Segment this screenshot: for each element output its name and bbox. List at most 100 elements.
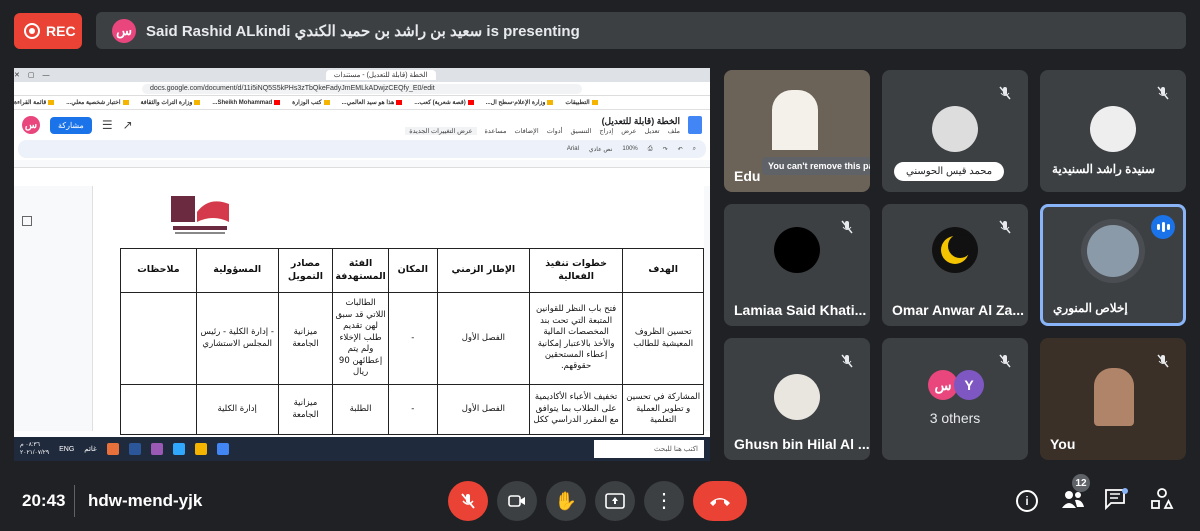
- doc-title[interactable]: الخطة (قابلة للتعديل): [405, 116, 680, 127]
- participant-tile-you[interactable]: You: [1040, 338, 1186, 460]
- bookmark-item[interactable]: (قصة شعرية) كعب...: [414, 99, 474, 106]
- bookmark-item[interactable]: التطبيقات: [565, 99, 598, 106]
- bookmark-item[interactable]: اختبار شخصية معلي...: [66, 99, 129, 106]
- participant-avatar: [932, 105, 978, 152]
- ruler: [14, 160, 710, 168]
- participant-name: Ghusn bin Hilal Al ...: [734, 436, 870, 452]
- more-vert-icon: ⋮: [654, 490, 674, 512]
- chrome-icon[interactable]: [216, 443, 229, 455]
- bookmark-item[interactable]: وزارة التراث والثقافة: [141, 99, 201, 106]
- bookmarks-bar: التطبيقات وزارة الإعلام-سطح ال... (قصة ش…: [14, 96, 710, 110]
- menu-item[interactable]: إدراج: [599, 127, 613, 135]
- more-options-button[interactable]: ⋮: [644, 481, 684, 521]
- window-minimize-icon[interactable]: —: [43, 72, 50, 79]
- participant-avatar: [774, 227, 820, 274]
- table-cell: [120, 384, 197, 435]
- docs-header: س مشاركة ☰ ↗ الخطة (قابلة للتعديل) ملف ت…: [14, 110, 710, 140]
- account-avatar[interactable]: س: [22, 116, 40, 134]
- college-logo: [171, 196, 229, 234]
- divider: [74, 485, 75, 517]
- table-cell: - إدارة الكلية - رئيس المجلس الاستشاري: [195, 292, 279, 385]
- menu-item[interactable]: تعديل: [645, 127, 660, 135]
- table-cell: الفصل الأول: [436, 384, 530, 435]
- side-panel: [14, 186, 44, 431]
- header-cell: الإطار الزمني: [436, 248, 530, 293]
- raise-hand-button[interactable]: ✋: [546, 481, 586, 521]
- comments-icon[interactable]: ☰: [102, 118, 113, 132]
- participant-tile-saida[interactable]: سنيدة راشد السنيدية: [1040, 70, 1186, 192]
- table-cell: الفصل الأول: [436, 292, 530, 385]
- photoshop-icon[interactable]: [172, 443, 185, 455]
- bookmark-item[interactable]: Sheikh Mohammad...: [212, 100, 281, 106]
- participant-tile-omar[interactable]: Omar Anwar Al Za...: [882, 204, 1028, 326]
- apps-icon: [591, 100, 598, 105]
- speaking-indicator-icon: [1151, 215, 1175, 239]
- bookmark-icon: [547, 100, 554, 105]
- header-cell: مصادر التمويل: [277, 248, 334, 293]
- participant-name: Edu: [734, 168, 761, 184]
- participant-video: [772, 90, 818, 150]
- print-icon[interactable]: ⎙: [648, 146, 653, 153]
- search-icon[interactable]: ⌕: [693, 146, 696, 153]
- menu-item[interactable]: الإضافات: [514, 127, 538, 135]
- mic-toggle-button[interactable]: [448, 481, 488, 521]
- mic-off-icon: [994, 216, 1016, 238]
- camera-toggle-button[interactable]: [497, 481, 537, 521]
- powerpoint-icon[interactable]: [106, 443, 119, 455]
- window-close-icon[interactable]: ✕: [14, 71, 20, 79]
- header-cell: ملاحظات: [120, 248, 197, 293]
- plan-table: الهدف خطوات تنفيذ الفعالية الإطار الزمني…: [120, 248, 704, 435]
- outline-icon[interactable]: [22, 216, 32, 226]
- participant-name: You: [1050, 436, 1076, 452]
- zoom-select[interactable]: 100%: [622, 146, 637, 152]
- bookmark-icon: [194, 100, 201, 105]
- others-avatar: Y: [954, 370, 984, 400]
- activities-button[interactable]: [1150, 488, 1176, 514]
- premiere-icon[interactable]: [150, 443, 163, 455]
- meeting-info-icon[interactable]: i: [1016, 490, 1038, 512]
- participant-tile-edu[interactable]: You can't remove this participant Edu: [724, 70, 870, 192]
- share-button[interactable]: مشاركة: [50, 116, 92, 134]
- reading-list-icon: [48, 100, 55, 105]
- participant-tile-ghusn[interactable]: Ghusn bin Hilal Al ...: [724, 338, 870, 460]
- word-icon[interactable]: [128, 443, 141, 455]
- menu-item[interactable]: التنسيق: [570, 127, 591, 135]
- participant-tile-lamiaa[interactable]: Lamiaa Said Khati...: [724, 204, 870, 326]
- participant-tile-others[interactable]: س Y 3 others: [882, 338, 1028, 460]
- leave-call-button[interactable]: [693, 481, 747, 521]
- bookmark-item[interactable]: قائمة القراءة: [14, 99, 55, 106]
- participant-tile-ikhlas[interactable]: إخلاص المنوري: [1040, 204, 1186, 326]
- menu-item[interactable]: ملف: [668, 127, 680, 135]
- participant-tile-mohammed[interactable]: محمد قيس الحوسني: [882, 70, 1028, 192]
- table-cell: ميزانية الجامعة: [277, 384, 334, 435]
- redo-icon[interactable]: ↷: [663, 146, 668, 153]
- menu-item[interactable]: مساعدة: [485, 127, 507, 135]
- menu-item[interactable]: عرض: [621, 127, 636, 135]
- document-page[interactable]: الهدف خطوات تنفيذ الفعالية الإطار الزمني…: [92, 186, 704, 435]
- taskbar-search[interactable]: اكتب هنا للبحث: [594, 440, 704, 458]
- participant-avatar: [1090, 105, 1136, 152]
- people-button[interactable]: 12: [1060, 474, 1090, 514]
- bookmark-item[interactable]: كتب الوزارة: [292, 99, 330, 106]
- bookmark-item[interactable]: هذا هو سيد العالمي...: [342, 99, 403, 106]
- url-field[interactable]: docs.google.com/document/d/11i5iNQ5S5kPH…: [142, 83, 582, 94]
- presenter-avatar: س: [112, 18, 136, 43]
- bookmark-item[interactable]: وزارة الإعلام-سطح ال...: [486, 99, 554, 106]
- chat-button[interactable]: [1104, 488, 1130, 514]
- style-select[interactable]: نص عادي: [589, 146, 612, 153]
- undo-icon[interactable]: ↶: [678, 146, 683, 153]
- table-cell: الطلبة: [332, 384, 389, 435]
- youtube-icon: [274, 100, 281, 105]
- view-changes-link[interactable]: عرض التغييرات الجديدة: [405, 126, 477, 135]
- font-select[interactable]: Arial: [567, 146, 579, 152]
- taskbar-clock: ٠٨:٣٦ م ٢٠٢١/٠٧/٢٩: [20, 442, 50, 456]
- window-maximize-icon[interactable]: ▢: [28, 71, 35, 79]
- table-row: تحسين الظروف المعيشية للطالب فتح باب الن…: [120, 292, 704, 385]
- browser-tab[interactable]: الخطة (قابلة للتعديل) - مستندات: [325, 70, 436, 80]
- docs-logo-icon[interactable]: [688, 116, 702, 134]
- present-screen-button[interactable]: [595, 481, 635, 521]
- table-row: المشاركة في تحسين و تطوير العملية التعلم…: [120, 384, 704, 435]
- folder-icon[interactable]: [194, 443, 207, 455]
- menu-item[interactable]: أدوات: [547, 127, 563, 135]
- activity-icon[interactable]: ↗: [123, 118, 133, 132]
